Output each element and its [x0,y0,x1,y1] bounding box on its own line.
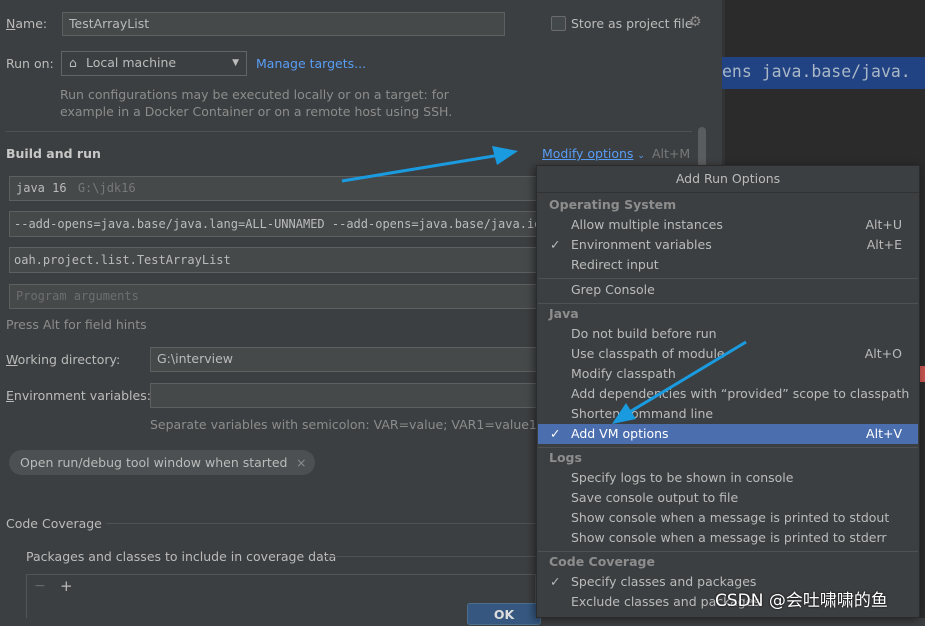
annotation-arrows [341,146,747,424]
watermark: CSDN @会吐啸啸的鱼 [715,591,888,611]
arrow-to-add-vm-options [612,340,747,424]
arrow-to-modify-options [341,146,518,183]
